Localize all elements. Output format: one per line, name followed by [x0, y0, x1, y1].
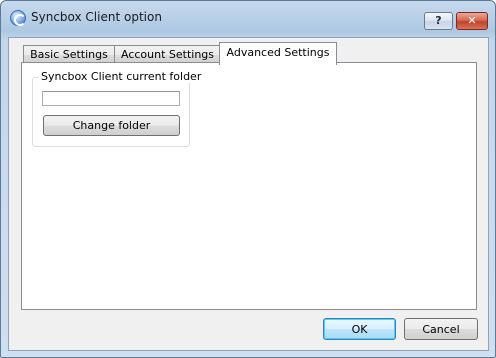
ok-button[interactable]: OK: [323, 318, 396, 340]
close-icon: ✕: [467, 14, 477, 27]
current-folder-group: Syncbox Client current folder Change fol…: [32, 70, 204, 147]
sync-icon: [10, 10, 26, 26]
tab-advanced-settings[interactable]: Advanced Settings: [219, 42, 337, 65]
current-folder-group-label: Syncbox Client current folder: [39, 70, 204, 83]
close-button[interactable]: ✕: [456, 12, 488, 30]
options-dialog: Syncbox Client option ? ✕ Basic Settings…: [0, 0, 496, 358]
window-title: Syncbox Client option: [31, 10, 162, 24]
cancel-button[interactable]: Cancel: [404, 318, 478, 340]
advanced-settings-panel: Syncbox Client current folder Change fol…: [21, 62, 477, 310]
current-folder-field[interactable]: [42, 91, 180, 106]
title-bar[interactable]: Syncbox Client option ? ✕: [1, 1, 495, 37]
help-button[interactable]: ?: [424, 12, 453, 30]
dialog-client-area: Basic Settings Account Settings Advanced…: [8, 37, 489, 351]
change-folder-button[interactable]: Change folder: [43, 115, 180, 136]
